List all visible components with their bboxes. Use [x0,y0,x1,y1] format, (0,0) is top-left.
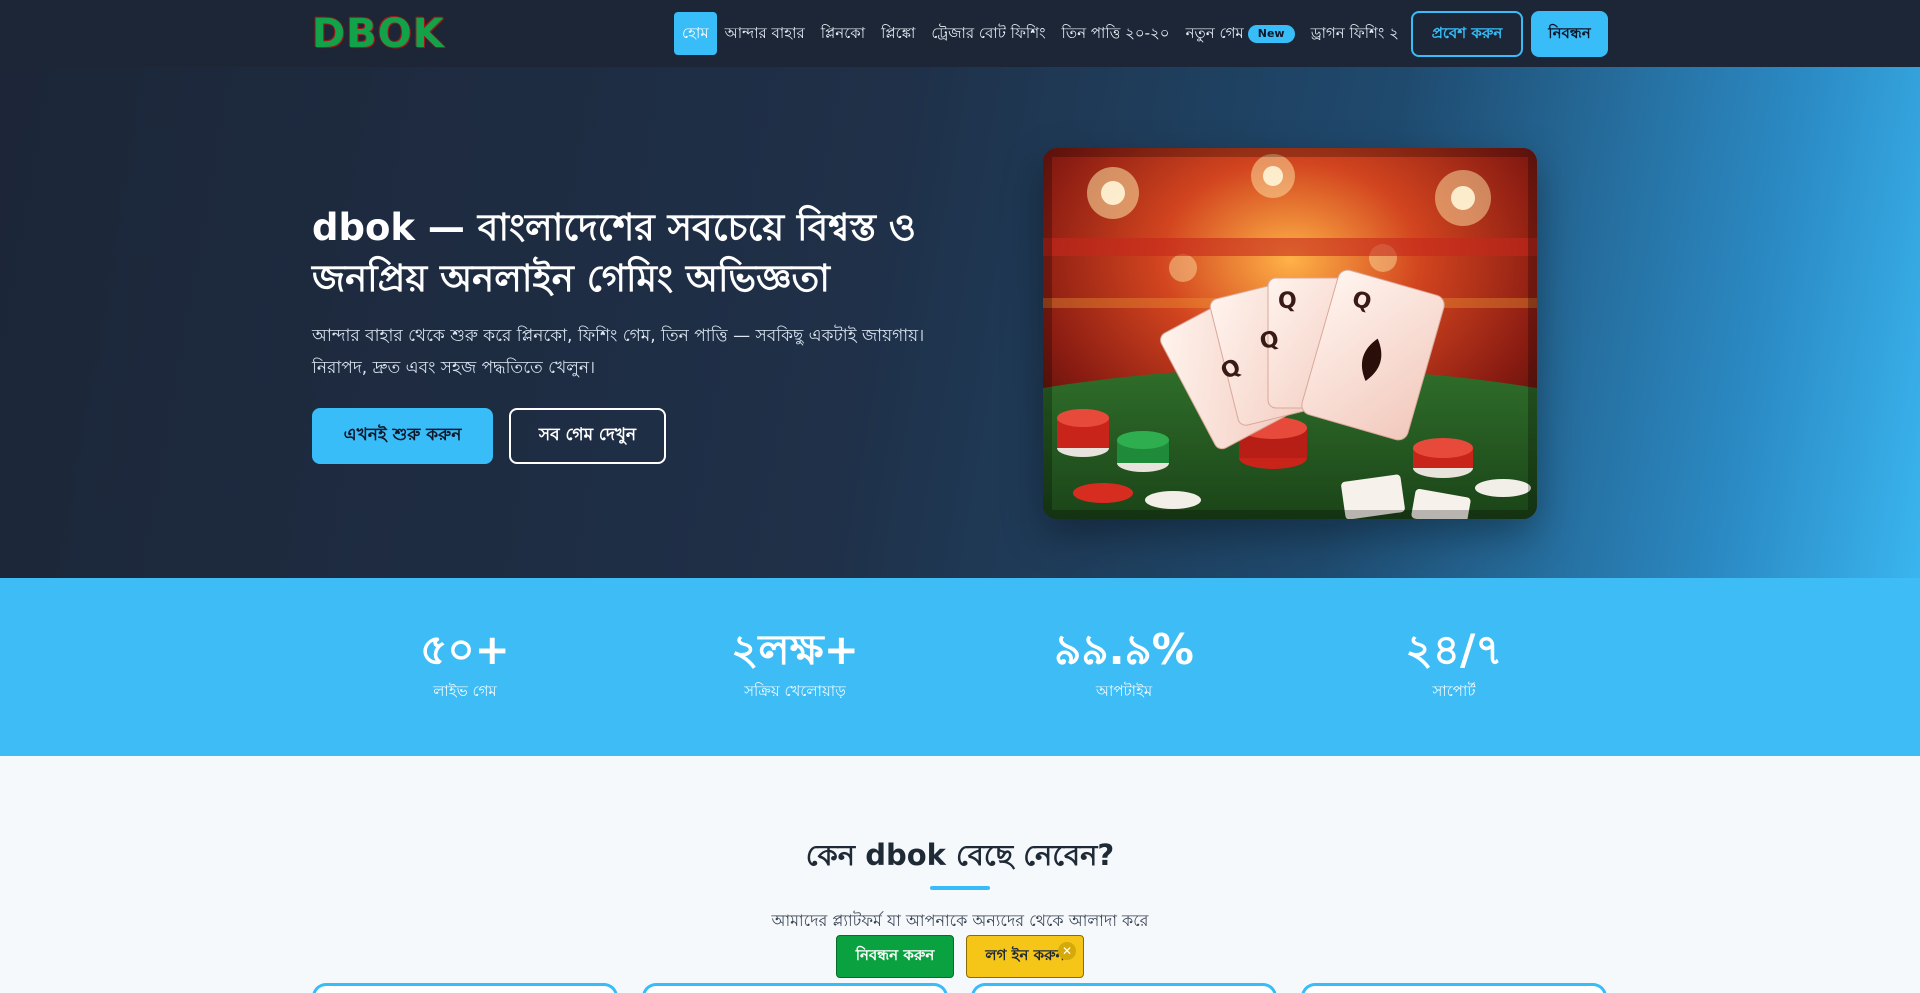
feature-card [642,983,948,993]
site-logo[interactable]: DBOK [312,12,445,56]
top-navbar: DBOK হোম আন্দার বাহার প্লিনকো প্লিঙ্কো ট… [0,0,1920,67]
hero-title: dbok — বাংলাদেশের সবচেয়ে বিশ্বস্ত ও জনপ… [312,206,917,300]
hero-subtitle: আন্দার বাহার থেকে শুরু করে প্লিনকো, ফিশি… [312,326,925,378]
stat-value: ২লক্ষ+ [731,625,859,674]
title-underline [930,886,990,890]
stat-label: লাইভ গেম [433,682,497,700]
nav-item-plinko-2[interactable]: প্লিঙ্কো [873,12,923,55]
view-all-games-button[interactable]: সব গেম দেখুন [509,408,666,464]
stats-band: ৫০+ লাইভ গেম ২লক্ষ+ সক্রিয় খেলোয়াড় ৯৯… [0,578,1920,756]
stat-value: ২৪/৭ [1405,625,1503,674]
hero-casino-image: Q Q Q Q [1043,148,1537,519]
stat-active-players: ২লক্ষ+ সক্রিয় খেলোয়াড় [635,624,955,705]
stat-value: ৫০+ [420,625,510,674]
stat-value: ৯৯.৯% [1054,625,1194,674]
nav-item-home[interactable]: হোম [674,12,717,55]
login-button[interactable]: প্রবেশ করুন [1411,11,1523,57]
nav-item-plinko[interactable]: প্লিনকো [813,12,873,55]
register-button[interactable]: নিবন্ধন [1531,11,1608,57]
nav-item-new-games[interactable]: নতুন গেম New [1178,12,1303,55]
why-section-title: কেন dbok বেছে নেবেন? [805,838,1115,872]
floating-register-button[interactable]: নিবন্ধন করুন [836,935,954,978]
start-now-button[interactable]: এখনই শুরু করুন [312,408,493,464]
new-badge: New [1247,24,1295,43]
stat-label: আপটাইম [1095,682,1153,700]
nav-item-dragon-fishing[interactable]: ড্রাগন ফিশিং ২ [1303,12,1407,55]
close-icon[interactable]: ✕ [1058,942,1076,960]
stat-label: সাপোর্ট [1432,682,1476,700]
nav-item-new-games-label: নতুন গেম [1185,24,1244,42]
hero-section: dbok — বাংলাদেশের সবচেয়ে বিশ্বস্ত ও জনপ… [0,67,1920,578]
feature-card [312,983,618,993]
stat-support: ২৪/৭ সাপোর্ট [1294,624,1614,705]
stat-live-games: ৫০+ লাইভ গেম [305,624,625,705]
nav-item-andar-bahar[interactable]: আন্দার বাহার [717,12,813,55]
main-nav: হোম আন্দার বাহার প্লিনকো প্লিঙ্কো ট্রেজা… [674,12,1407,55]
feature-card [971,983,1277,993]
feature-card [1301,983,1607,993]
stat-uptime: ৯৯.৯% আপটাইম [964,624,1284,705]
nav-item-teen-patti[interactable]: তিন পাত্তি ২০-২০ [1054,12,1178,55]
nav-item-treasure-boat-fishing[interactable]: ট্রেজার বোট ফিশিং [923,12,1053,55]
svg-text:Q: Q [1278,289,1297,314]
casino-cards-chips-illustration: Q Q Q Q [1043,148,1537,519]
why-section-subtitle: আমাদের প্ল্যাটফর্ম যা আপনাকে অন্যদের থেক… [771,911,1149,930]
stat-label: সক্রিয় খেলোয়াড় [744,682,846,700]
